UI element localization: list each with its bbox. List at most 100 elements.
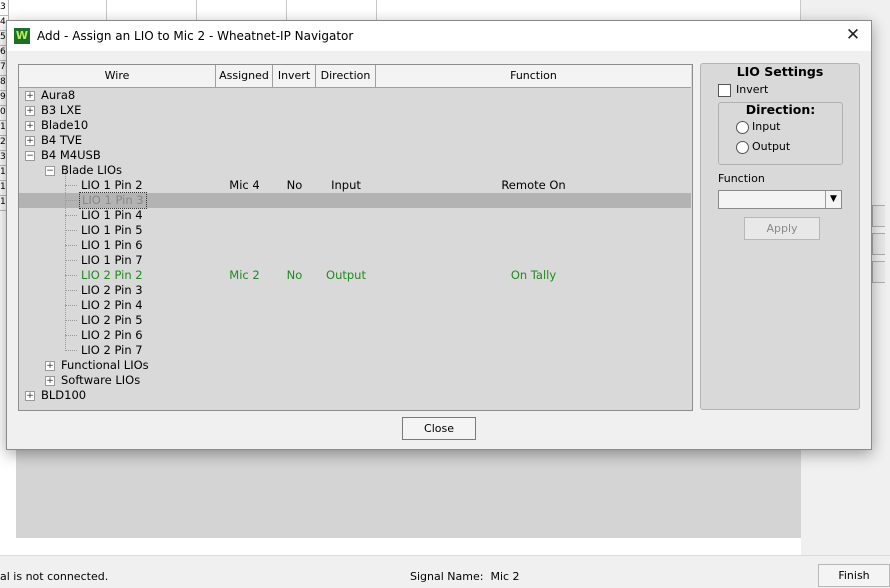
invert-checkbox[interactable] bbox=[718, 84, 731, 97]
tree-connector bbox=[65, 230, 77, 231]
tree-row[interactable]: LIO 2 Pin 2 Mic 2 No Output On Tally bbox=[19, 268, 691, 283]
tree-row[interactable]: + Software LIOs bbox=[19, 373, 691, 388]
apply-button[interactable]: Apply bbox=[744, 217, 820, 240]
collapse-icon[interactable]: − bbox=[25, 151, 35, 161]
tree-connector bbox=[65, 305, 77, 306]
expand-icon[interactable]: + bbox=[25, 91, 35, 101]
wire-label: B4 M4USB bbox=[41, 148, 101, 162]
expand-icon[interactable]: + bbox=[45, 361, 55, 371]
tree-connector bbox=[65, 350, 77, 351]
assign-lio-dialog: W Add - Assign an LIO to Mic 2 - Wheatne… bbox=[6, 20, 872, 450]
wire-label: Blade LIOs bbox=[61, 163, 123, 177]
signal-name-readout: Signal Name: Mic 2 bbox=[410, 570, 520, 583]
column-direction[interactable]: Direction bbox=[316, 65, 376, 87]
tree-row[interactable]: LIO 1 Pin 2 Mic 4 No Input Remote On bbox=[19, 178, 691, 193]
tree-row[interactable]: LIO 2 Pin 7 bbox=[19, 343, 691, 358]
side-button[interactable] bbox=[872, 261, 885, 283]
tree-row[interactable]: LIO 1 Pin 7 bbox=[19, 253, 691, 268]
tree-connector bbox=[65, 215, 77, 216]
wire-label: Aura8 bbox=[41, 88, 76, 102]
column-assigned[interactable]: Assigned bbox=[216, 65, 273, 87]
direction-input-radio[interactable] bbox=[736, 121, 749, 134]
wire-label: LIO 2 Pin 2 bbox=[81, 268, 143, 282]
background-grid bbox=[0, 0, 801, 23]
wheatnet-logo-icon: W bbox=[14, 28, 30, 44]
tree-row[interactable]: LIO 2 Pin 5 bbox=[19, 313, 691, 328]
tree-row[interactable]: LIO 1 Pin 6 bbox=[19, 238, 691, 253]
direction-title: Direction: bbox=[745, 102, 816, 117]
column-wire[interactable]: Wire bbox=[19, 65, 216, 87]
wire-label: B3 LXE bbox=[41, 103, 82, 117]
wire-label: Blade10 bbox=[41, 118, 89, 132]
finish-button[interactable]: Finish bbox=[818, 564, 890, 587]
direction-output-radio[interactable] bbox=[736, 141, 749, 154]
expand-icon[interactable]: + bbox=[25, 136, 35, 146]
expand-icon[interactable]: + bbox=[25, 106, 35, 116]
signal-name-value: Mic 2 bbox=[490, 570, 520, 583]
side-button[interactable] bbox=[872, 233, 885, 255]
tree-row[interactable]: + B4 TVE bbox=[19, 133, 691, 148]
column-header: Wire Assigned Invert Direction Function bbox=[19, 65, 691, 88]
signal-name-label: Signal Name: bbox=[410, 570, 484, 583]
expand-icon[interactable]: + bbox=[25, 121, 35, 131]
row-number: 3 bbox=[0, 0, 9, 16]
function-select[interactable]: ▼ bbox=[718, 190, 842, 209]
function-cell: Remote On bbox=[501, 178, 566, 192]
tree-row[interactable]: + Blade10 bbox=[19, 118, 691, 133]
dialog-titlebar: W Add - Assign an LIO to Mic 2 - Wheatne… bbox=[7, 21, 871, 51]
tree-row[interactable]: + Functional LIOs bbox=[19, 358, 691, 373]
tree-connector bbox=[65, 200, 77, 201]
tree-row[interactable]: LIO 1 Pin 4 bbox=[19, 208, 691, 223]
tree-guide-line bbox=[65, 171, 66, 351]
tree-row[interactable]: LIO 2 Pin 6 bbox=[19, 328, 691, 343]
tree-row[interactable]: LIO 1 Pin 5 bbox=[19, 223, 691, 238]
tree-connector bbox=[65, 275, 77, 276]
tree-row[interactable]: − Blade LIOs bbox=[19, 163, 691, 178]
column-function[interactable]: Function bbox=[376, 65, 691, 87]
direction-cell: Input bbox=[331, 178, 361, 192]
wire-label: LIO 2 Pin 3 bbox=[81, 283, 143, 297]
wire-label: LIO 1 Pin 7 bbox=[81, 253, 143, 267]
close-button[interactable]: Close bbox=[402, 417, 476, 440]
dropdown-arrow-icon[interactable]: ▼ bbox=[825, 191, 841, 208]
side-button[interactable] bbox=[872, 205, 885, 227]
tree-connector bbox=[65, 185, 77, 186]
tree-row[interactable]: + BLD100 bbox=[19, 388, 691, 403]
tree-connector bbox=[65, 335, 77, 336]
direction-group: Direction: Input Output bbox=[718, 102, 843, 165]
wire-label: LIO 1 Pin 5 bbox=[81, 223, 143, 237]
invert-cell: No bbox=[286, 268, 303, 282]
wire-label: LIO 2 Pin 5 bbox=[81, 313, 143, 327]
column-invert[interactable]: Invert bbox=[273, 65, 316, 87]
expand-icon[interactable]: + bbox=[25, 391, 35, 401]
direction-output-label: Output bbox=[752, 140, 791, 153]
status-message: al is not connected. bbox=[0, 570, 109, 583]
wire-label: LIO 2 Pin 7 bbox=[81, 343, 143, 357]
tree-row[interactable]: + Aura8 bbox=[19, 88, 691, 103]
dialog-title: Add - Assign an LIO to Mic 2 - Wheatnet-… bbox=[37, 29, 354, 43]
function-cell: On Tally bbox=[510, 268, 557, 282]
close-icon[interactable]: ✕ bbox=[843, 25, 863, 45]
expand-icon[interactable]: + bbox=[45, 376, 55, 386]
wire-label: Functional LIOs bbox=[61, 358, 149, 372]
background-panel bbox=[16, 448, 801, 538]
lio-settings-panel: LIO Settings Invert Direction: Input Out… bbox=[700, 63, 860, 410]
wire-label: LIO 1 Pin 2 bbox=[81, 178, 143, 192]
wire-label: LIO 1 Pin 3 bbox=[79, 192, 147, 209]
wire-label: LIO 1 Pin 6 bbox=[81, 238, 143, 252]
tree-row[interactable]: − B4 M4USB bbox=[19, 148, 691, 163]
invert-label: Invert bbox=[736, 83, 769, 96]
assigned-cell: Mic 4 bbox=[229, 178, 260, 192]
tree-row[interactable]: LIO 2 Pin 3 bbox=[19, 283, 691, 298]
collapse-icon[interactable]: − bbox=[45, 166, 55, 176]
tree-row[interactable]: + B3 LXE bbox=[19, 103, 691, 118]
status-bar: al is not connected. Signal Name: Mic 2 bbox=[0, 555, 890, 588]
wire-label: LIO 2 Pin 6 bbox=[81, 328, 143, 342]
tree-connector bbox=[65, 260, 77, 261]
wire-label: LIO 2 Pin 4 bbox=[81, 298, 143, 312]
tree-connector bbox=[65, 320, 77, 321]
tree-row[interactable]: LIO 2 Pin 4 bbox=[19, 298, 691, 313]
wire-label: BLD100 bbox=[41, 388, 87, 402]
wire-label: LIO 1 Pin 4 bbox=[81, 208, 143, 222]
tree-row[interactable]: LIO 1 Pin 3 bbox=[19, 192, 691, 209]
